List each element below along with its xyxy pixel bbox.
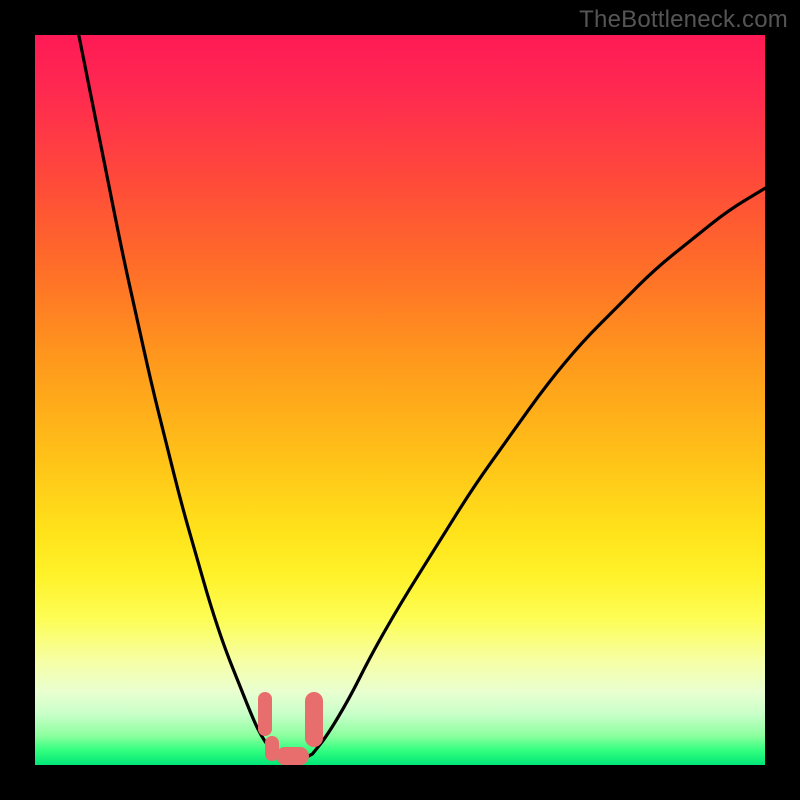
marker-left-upper	[258, 692, 273, 736]
plot-area	[35, 35, 765, 765]
bottleneck-curve	[79, 35, 765, 759]
marker-bottom	[276, 747, 309, 765]
marker-right	[305, 692, 323, 747]
curve-layer	[35, 35, 765, 765]
chart-frame: TheBottleneck.com	[0, 0, 800, 800]
watermark-text: TheBottleneck.com	[579, 6, 788, 34]
